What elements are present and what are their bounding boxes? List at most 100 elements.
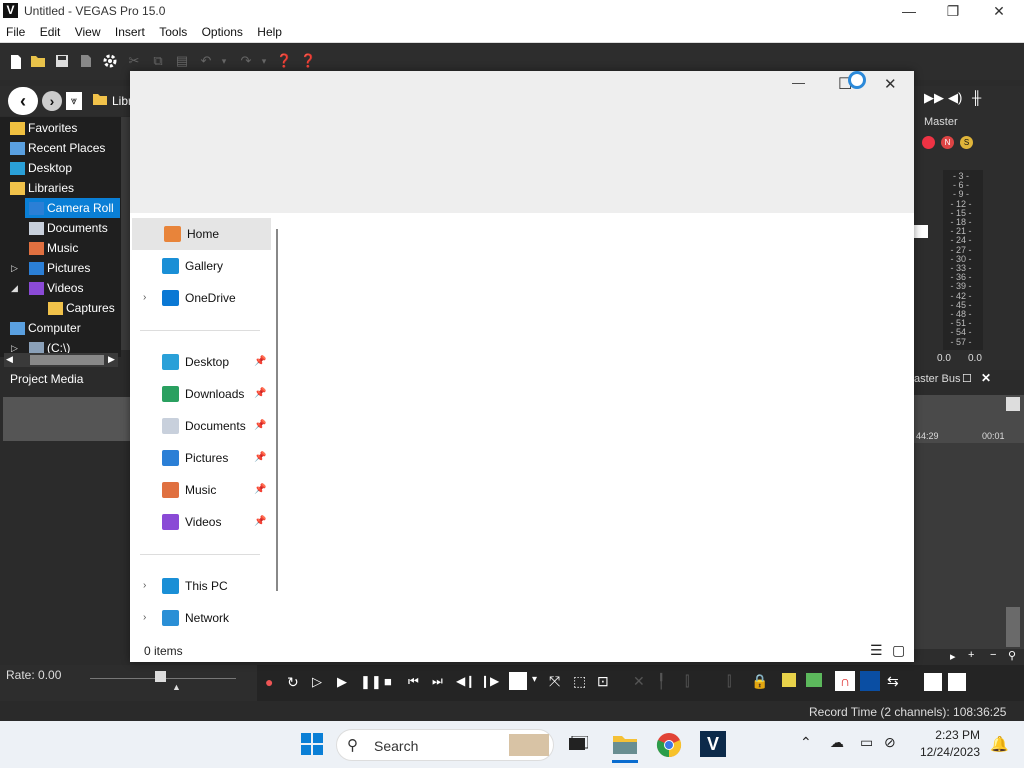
- path-label[interactable]: Libr: [112, 94, 132, 108]
- recent-locations-button[interactable]: ⩔: [66, 92, 82, 110]
- file-explorer-taskbar-icon[interactable]: [612, 733, 638, 755]
- details-view-icon[interactable]: ☰: [870, 642, 883, 659]
- nav-item-videos[interactable]: Videos 📌: [130, 506, 269, 538]
- zoom-tool-button[interactable]: ⊡: [597, 673, 609, 690]
- snapping-magnet-icon[interactable]: ∩: [835, 671, 855, 691]
- copy-icon[interactable]: ⧉: [150, 53, 166, 69]
- tree-item-recent-places[interactable]: Recent Places: [10, 138, 105, 158]
- cut-icon[interactable]: ✂: [126, 53, 142, 69]
- menu-help[interactable]: Help: [251, 22, 287, 39]
- vegas-taskbar-icon[interactable]: V: [700, 731, 726, 757]
- tree-item-favorites[interactable]: Favorites: [10, 118, 77, 138]
- lock-icon[interactable]: 🔒: [751, 673, 768, 690]
- chevron-right-icon[interactable]: ›: [143, 602, 146, 634]
- master-bus-label[interactable]: aster Bus: [914, 373, 960, 385]
- nav-item-this-pc[interactable]: › This PC: [130, 570, 269, 602]
- large-icons-view-icon[interactable]: ▢: [892, 642, 905, 659]
- ruler-marker-icon[interactable]: [1006, 397, 1020, 411]
- pin-icon[interactable]: 📌: [254, 410, 266, 442]
- scroll-thumb[interactable]: [30, 355, 104, 365]
- windows-start-icon[interactable]: [300, 732, 324, 756]
- nav-item-home[interactable]: Home: [132, 218, 271, 250]
- undo-dropdown-icon[interactable]: ▾: [216, 53, 232, 69]
- menu-tools[interactable]: Tools: [153, 22, 192, 39]
- pin-icon[interactable]: 📌: [254, 378, 266, 410]
- track-expand-icon[interactable]: [914, 225, 928, 238]
- nav-item-pictures[interactable]: Pictures 📌: [130, 442, 269, 474]
- pin-icon[interactable]: 📌: [254, 506, 266, 538]
- auto-crossfade-icon[interactable]: [948, 673, 966, 691]
- tree-item-libraries[interactable]: Libraries: [10, 178, 74, 198]
- fx-chain-icon[interactable]: [922, 136, 935, 149]
- whats-this-icon[interactable]: ❓: [276, 53, 292, 69]
- normal-edit-tool-icon[interactable]: [509, 672, 527, 690]
- menu-edit[interactable]: Edit: [34, 22, 66, 39]
- save-icon[interactable]: [54, 54, 70, 70]
- selection-tool-icon[interactable]: ⬚: [573, 673, 586, 690]
- solo-icon[interactable]: S: [960, 136, 973, 149]
- go-to-end-icon[interactable]: ⏭: [432, 674, 443, 689]
- close-panel-icon[interactable]: ✕: [981, 371, 991, 385]
- nav-item-downloads[interactable]: Downloads 📌: [130, 378, 269, 410]
- task-view-icon[interactable]: [566, 735, 589, 752]
- nav-item-documents[interactable]: Documents 📌: [130, 410, 269, 442]
- tree-item-videos[interactable]: ◢ Videos: [11, 278, 83, 298]
- close-button[interactable]: ✕: [976, 0, 1022, 22]
- tree-item-music[interactable]: Music: [29, 238, 78, 258]
- master-prev-icon[interactable]: ▶▶: [924, 90, 944, 106]
- tree-horizontal-scrollbar[interactable]: ◀ ▶: [4, 353, 118, 367]
- back-button[interactable]: ‹: [8, 87, 38, 115]
- expand-arrow-icon[interactable]: ◢: [11, 278, 18, 298]
- chrome-icon[interactable]: [656, 732, 682, 758]
- nav-item-network[interactable]: › Network: [130, 602, 269, 634]
- expand-arrow-icon[interactable]: ▷: [11, 258, 18, 278]
- menu-insert[interactable]: Insert: [109, 22, 150, 39]
- loop-icon[interactable]: ↻: [287, 674, 299, 691]
- timeline-vscroll[interactable]: [1006, 607, 1020, 647]
- taskbar-time[interactable]: 2:23 PM: [918, 728, 980, 742]
- nav-pane-scrollbar[interactable]: [276, 229, 278, 591]
- rate-slider-thumb[interactable]: [155, 671, 166, 682]
- tree-item-documents[interactable]: Documents: [29, 218, 108, 238]
- tab-project-media[interactable]: Project Media: [10, 372, 83, 386]
- marker-icon[interactable]: [782, 673, 796, 687]
- zoom-in-button[interactable]: +: [968, 649, 974, 661]
- previous-frame-icon[interactable]: ◀❙: [456, 674, 475, 688]
- trim-end-icon[interactable]: ⫿: [727, 673, 731, 690]
- mute-icon[interactable]: N: [941, 136, 954, 149]
- dialog-close-button[interactable]: ✕: [884, 75, 897, 93]
- help-icon[interactable]: ❓: [300, 53, 316, 69]
- dialog-minimize-button[interactable]: —: [792, 75, 805, 90]
- tree-vertical-scrollbar[interactable]: [121, 117, 130, 350]
- chevron-right-icon[interactable]: ›: [143, 570, 146, 602]
- explorer-content-area[interactable]: [286, 213, 914, 638]
- minimize-button[interactable]: —: [886, 0, 932, 22]
- region-icon[interactable]: [806, 673, 822, 687]
- paste-icon[interactable]: ▤: [174, 53, 190, 69]
- menu-file[interactable]: File: [0, 22, 30, 39]
- nav-item-gallery[interactable]: Gallery: [130, 250, 269, 282]
- tree-item-camera-roll[interactable]: Camera Roll: [25, 198, 120, 218]
- record-icon[interactable]: ●: [265, 674, 273, 690]
- open-folder-icon[interactable]: [30, 54, 46, 70]
- pin-icon[interactable]: 📌: [254, 442, 266, 474]
- menu-options[interactable]: Options: [196, 22, 248, 39]
- pin-icon[interactable]: 📌: [254, 474, 266, 506]
- tree-item-computer[interactable]: Computer: [10, 318, 81, 338]
- mixer-faders-icon[interactable]: ╫: [972, 90, 981, 105]
- show-hidden-icons-icon[interactable]: ⌃: [800, 734, 812, 751]
- pause-icon[interactable]: ❚❚: [360, 674, 382, 690]
- play-icon[interactable]: ▶: [337, 674, 347, 690]
- stop-icon[interactable]: ■: [384, 674, 392, 689]
- forward-button[interactable]: ›: [42, 91, 62, 111]
- taskbar-date[interactable]: 12/24/2023: [918, 745, 980, 759]
- preview-window-icon[interactable]: [924, 673, 942, 691]
- undock-icon[interactable]: ☐: [962, 372, 972, 385]
- nav-item-music[interactable]: Music 📌: [130, 474, 269, 506]
- master-volume-icon[interactable]: ◀): [948, 90, 962, 106]
- nav-item-desktop[interactable]: Desktop 📌: [130, 346, 269, 378]
- tree-item-pictures[interactable]: ▷ Pictures: [11, 258, 90, 278]
- trim-start-icon[interactable]: ⫿: [685, 673, 689, 690]
- network-volume-icon[interactable]: ⊘: [884, 734, 896, 751]
- ripple-options-icon[interactable]: ⇆: [887, 673, 899, 690]
